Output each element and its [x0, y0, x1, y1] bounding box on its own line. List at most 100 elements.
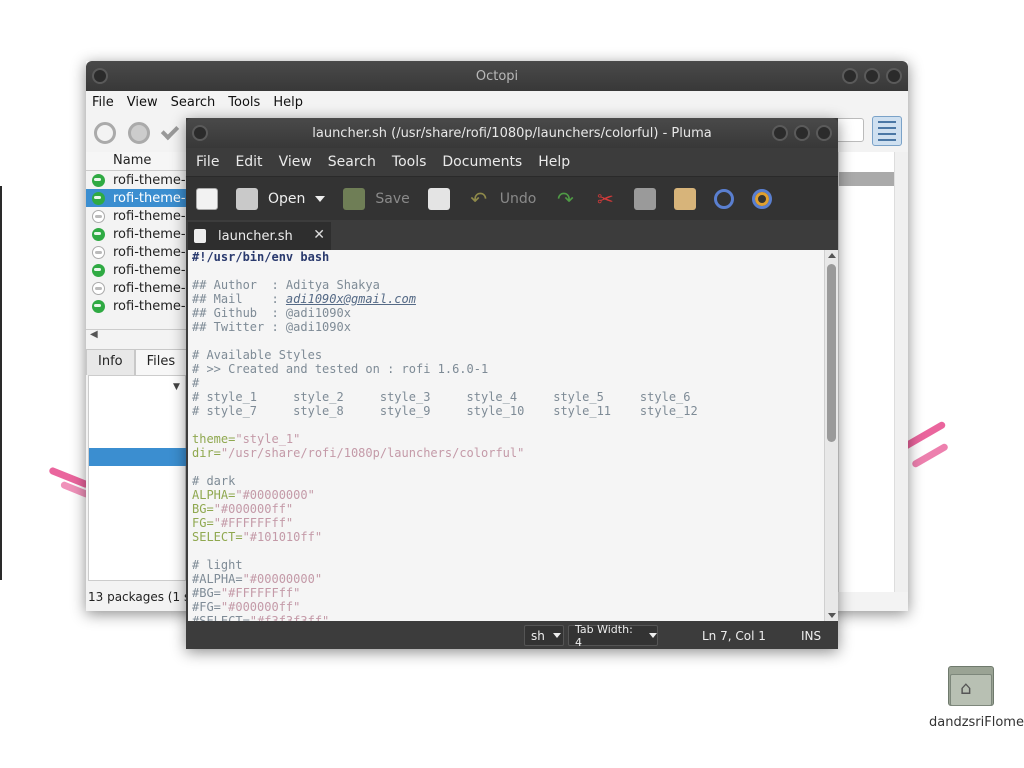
alien-installed-icon	[92, 173, 105, 187]
scroll-down-icon[interactable]	[828, 613, 836, 618]
code-line[interactable]: #FG="#000000ff"	[192, 600, 838, 614]
copy-button[interactable]	[634, 187, 657, 210]
paste-button[interactable]	[674, 187, 697, 210]
octopi-right-pane	[838, 152, 908, 592]
code-line[interactable]	[192, 264, 838, 278]
tab-files[interactable]: Files	[134, 349, 188, 375]
commit-check-icon[interactable]	[160, 121, 180, 140]
code-line[interactable]: #!/usr/bin/env bash	[192, 250, 838, 264]
code-line[interactable]: BG="#000000ff"	[192, 502, 838, 516]
cut-button[interactable]: ✂	[594, 188, 616, 210]
package-row[interactable]: rofi-theme-n	[86, 225, 186, 243]
code-line[interactable]: ## Mail : adi1090x@gmail.com	[192, 292, 838, 306]
minimize-icon[interactable]	[772, 125, 788, 141]
menu-tools[interactable]: Tools	[392, 154, 427, 170]
menu-file[interactable]: File	[196, 154, 219, 170]
code-line[interactable]	[192, 418, 838, 432]
code-editor[interactable]: #!/usr/bin/env bash ## Author : Aditya Sh…	[188, 250, 838, 621]
code-line[interactable]: FG="#FFFFFFff"	[192, 516, 838, 530]
run-icon[interactable]	[128, 121, 150, 144]
menu-search[interactable]: Search	[328, 154, 376, 170]
chevron-down-icon[interactable]	[315, 195, 326, 202]
package-row[interactable]: rofi-theme-l	[86, 189, 186, 207]
open-label: Open	[268, 190, 306, 207]
package-row[interactable]: rofi-theme-t	[86, 297, 186, 315]
code-line[interactable]: #	[192, 376, 838, 390]
code-line[interactable]: ## Author : Aditya Shakya	[192, 278, 838, 292]
scroll-up-icon[interactable]	[828, 253, 836, 258]
code-text[interactable]: #!/usr/bin/env bash ## Author : Aditya Sh…	[188, 250, 838, 621]
code-line[interactable]: # dark	[192, 474, 838, 488]
package-row[interactable]: rofi-theme-p	[86, 279, 186, 297]
maximize-icon[interactable]	[794, 125, 810, 141]
code-line[interactable]	[192, 460, 838, 474]
menu-help[interactable]: Help	[538, 154, 570, 170]
home-folder-label[interactable]: dandzsriFlome	[929, 715, 1024, 730]
redo-button[interactable]: ↷	[554, 188, 576, 210]
octopi-vscrollbar[interactable]	[894, 152, 908, 592]
code-line[interactable]	[192, 544, 838, 558]
package-row[interactable]: rofi-theme-f	[86, 171, 186, 189]
code-line[interactable]: dir="/usr/share/rofi/1080p/launchers/col…	[192, 446, 838, 460]
tab-width-selector[interactable]: Tab Width: 4	[568, 623, 658, 649]
menu-file[interactable]: File	[92, 95, 114, 110]
minimize-icon[interactable]	[842, 68, 858, 84]
document-tab[interactable]: launcher.sh ✕	[188, 222, 331, 250]
package-hscrollbar[interactable]: ◀	[86, 329, 186, 343]
editor-vscrollbar[interactable]	[824, 250, 838, 621]
code-line[interactable]: # style_7 style_8 style_9 style_10 style…	[192, 404, 838, 418]
new-document-button[interactable]	[196, 187, 218, 210]
code-line[interactable]: #SELECT="#f3f3f3ff"	[192, 614, 838, 621]
sync-icon[interactable]	[94, 121, 116, 144]
maximize-icon[interactable]	[864, 68, 880, 84]
window-menu-icon[interactable]	[92, 68, 108, 84]
undo-button[interactable]: ↶ Undo	[468, 188, 536, 210]
chevron-down-icon[interactable]: ▼	[173, 382, 180, 392]
code-line[interactable]: SELECT="#101010ff"	[192, 530, 838, 544]
menu-search[interactable]: Search	[171, 95, 216, 110]
pluma-title: launcher.sh (/usr/share/rofi/1080p/launc…	[312, 125, 712, 141]
replace-button[interactable]	[752, 188, 773, 209]
pluma-titlebar[interactable]: launcher.sh (/usr/share/rofi/1080p/launc…	[186, 118, 838, 148]
code-line[interactable]: # Available Styles	[192, 348, 838, 362]
code-line[interactable]: # style_1 style_2 style_3 style_4 style_…	[192, 390, 838, 404]
document-icon	[194, 229, 206, 243]
code-line[interactable]: ## Twitter : @adi1090x	[192, 320, 838, 334]
find-button[interactable]	[714, 188, 735, 209]
language-selector[interactable]: sh	[524, 625, 564, 646]
code-line[interactable]: # light	[192, 558, 838, 572]
document-tab-label: launcher.sh	[218, 228, 293, 244]
save-button[interactable]: Save	[343, 187, 410, 210]
close-icon[interactable]	[886, 68, 902, 84]
home-folder-icon[interactable]: ⌂	[948, 664, 994, 708]
files-selected-row[interactable]	[89, 448, 187, 466]
menu-documents[interactable]: Documents	[442, 154, 522, 170]
code-line[interactable]: theme="style_1"	[192, 432, 838, 446]
scroll-thumb[interactable]	[827, 264, 836, 442]
code-line[interactable]: ALPHA="#00000000"	[192, 488, 838, 502]
print-button[interactable]	[427, 187, 450, 210]
tab-close-icon[interactable]: ✕	[313, 227, 325, 243]
code-line[interactable]: #ALPHA="#00000000"	[192, 572, 838, 586]
menu-help[interactable]: Help	[273, 95, 303, 110]
package-row[interactable]: rofi-theme-n	[86, 243, 186, 261]
package-row[interactable]: rofi-theme-p	[86, 261, 186, 279]
window-menu-icon[interactable]	[192, 125, 208, 141]
code-line[interactable]: #BG="#FFFFFFff"	[192, 586, 838, 600]
menu-view[interactable]: View	[279, 154, 312, 170]
scroll-left-icon[interactable]: ◀	[90, 329, 98, 340]
code-line[interactable]: # >> Created and tested on : rofi 1.6.0-…	[192, 362, 838, 376]
menu-edit[interactable]: Edit	[235, 154, 262, 170]
menu-view[interactable]: View	[127, 95, 158, 110]
alien-installed-icon	[92, 263, 105, 277]
package-row[interactable]: rofi-theme-l	[86, 207, 186, 225]
open-button[interactable]: Open	[236, 187, 326, 210]
package-column-header[interactable]: Name	[86, 152, 186, 171]
menu-tools[interactable]: Tools	[228, 95, 260, 110]
octopi-titlebar[interactable]: Octopi	[86, 61, 908, 91]
tab-info[interactable]: Info	[86, 349, 135, 375]
close-icon[interactable]	[816, 125, 832, 141]
list-view-button[interactable]	[872, 116, 902, 146]
code-line[interactable]	[192, 334, 838, 348]
code-line[interactable]: ## Github : @adi1090x	[192, 306, 838, 320]
